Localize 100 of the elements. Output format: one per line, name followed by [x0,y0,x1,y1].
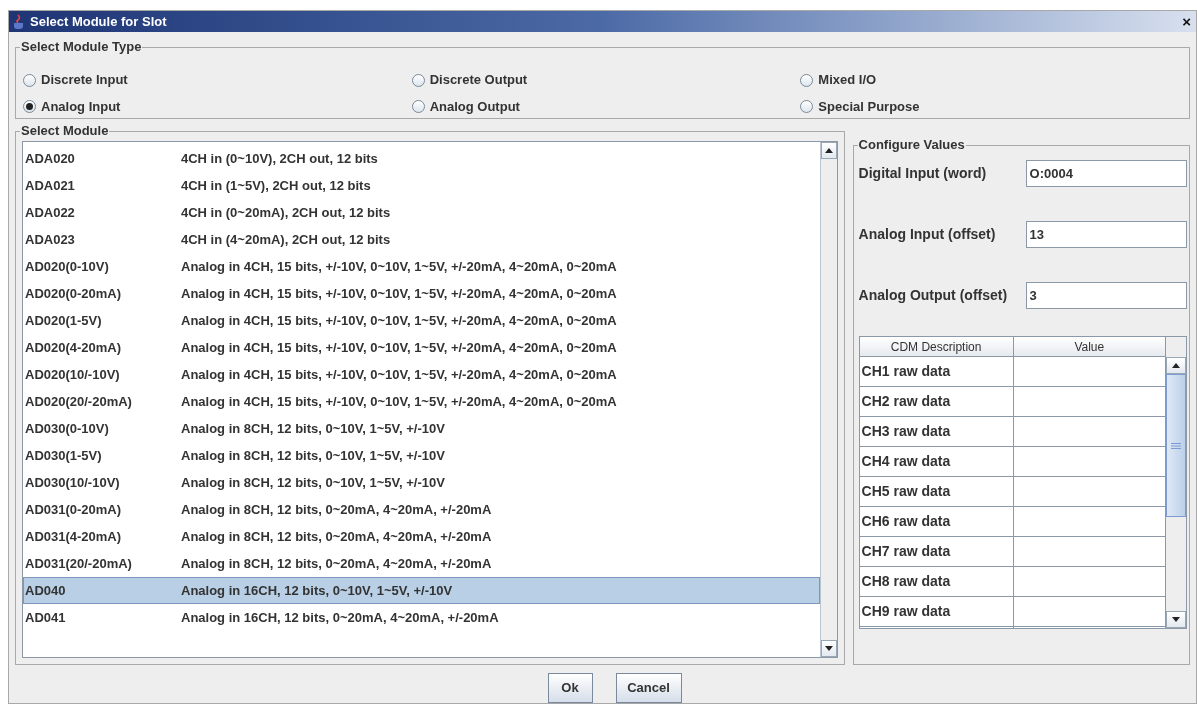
dialog-button[interactable]: Ok [547,673,593,703]
radio-button[interactable] [800,73,814,87]
close-button[interactable]: × [1182,14,1193,29]
module-description: Analog in 8CH, 12 bits, 0~20mA, 4~20mA, +/-20mA [181,554,492,573]
table-cell: CH3 raw data [859,417,1014,446]
scroll-up-button[interactable] [820,142,837,159]
list-row[interactable]: AD020(20/-20mA) Analog in 4CH, 15 bits, +/-10V, 0~10V, 1~5V, +/-20mA, 4~20mA, 0~20mA [23,388,820,415]
radio-label: Mixed I/O [818,71,877,90]
field-label: Digital Input (word) [858,164,988,183]
up-arrow-icon [1172,363,1180,368]
list-row[interactable]: ADA023 4CH in (4~20mA), 2CH out, 12 bits [23,226,820,253]
radio-button[interactable] [23,73,36,87]
column-header[interactable]: Value [1013,337,1166,356]
radio-label: Special Purpose [818,97,920,116]
module-name: ADA022 [24,203,76,222]
module-description: 4CH in (0~20mA), 2CH out, 12 bits [181,203,391,222]
module-description: Analog in 16CH, 12 bits, 0~10V, 1~5V, +/-10V [181,581,453,600]
list-row[interactable]: AD030(1-5V) Analog in 8CH, 12 bits, 0~10V, 1~5V, +/-10V [23,442,820,469]
module-description: Analog in 8CH, 12 bits, 0~10V, 1~5V, +/-10V [181,446,445,465]
module-description: Analog in 16CH, 12 bits, 0~20mA, 4~20mA, +/-20mA [181,608,499,627]
list-row[interactable]: ADA021 4CH in (1~5V), 2CH out, 12 bits [23,172,820,199]
dialog-button[interactable]: Cancel [615,673,682,703]
module-name: AD030(0-10V) [24,419,110,438]
module-name: AD031(4-20mA) [24,527,123,546]
table-cell: CH9 raw data [859,597,1014,626]
module-name: AD020(20/-20mA) [24,392,133,411]
module-description: 4CH in (0~10V), 2CH out, 12 bits [181,149,378,168]
down-arrow-icon [824,646,833,651]
input-field[interactable]: O:0004 [1025,160,1187,187]
radio-button[interactable] [23,100,36,113]
field-label: Analog Output (offset) [858,286,1009,305]
module-name: ADA023 [24,230,76,249]
radio-label: Analog Output [429,97,520,116]
group-title: Configure Values [857,137,966,153]
table-cell: CH1 raw data [859,357,1014,386]
field-label: Analog Input (offset) [858,225,997,244]
module-description: Analog in 4CH, 15 bits, +/-10V, 0~10V, 1~5V, +/-20mA, 4~20mA, 0~20mA [181,338,617,357]
list-row[interactable]: AD041 Analog in 16CH, 12 bits, 0~20mA, 4~20mA, +/-20mA [23,604,820,631]
grip-icon [1171,442,1181,449]
list-row[interactable]: AD040 Analog in 16CH, 12 bits, 0~10V, 1~5V, +/-10V [23,577,820,604]
list-row[interactable]: AD020(10/-10V) Analog in 4CH, 15 bits, +/-10V, 0~10V, 1~5V, +/-20mA, 4~20mA, 0~20mA [23,361,820,388]
table-cell: CH5 raw data [859,477,1014,506]
module-description: 4CH in (4~20mA), 2CH out, 12 bits [181,230,391,249]
up-arrow-icon [824,148,833,153]
table-cell: CH8 raw data [859,567,1014,596]
radio-button[interactable] [411,73,425,87]
list-row[interactable]: ADA020 4CH in (0~10V), 2CH out, 12 bits [23,145,820,172]
scroll-down-button[interactable] [820,640,837,657]
module-description: Analog in 8CH, 12 bits, 0~10V, 1~5V, +/-10V [181,419,445,438]
module-name: AD020(4-20mA) [24,338,123,357]
module-name: AD031(20/-20mA) [24,554,133,573]
list-row[interactable]: AD020(0-20mA) Analog in 4CH, 15 bits, +/-10V, 0~10V, 1~5V, +/-20mA, 4~20mA, 0~20mA [23,280,820,307]
table-cell: CH2 raw data [859,387,1014,416]
module-name: AD030(10/-10V) [24,473,121,492]
list-row[interactable]: AD020(1-5V) Analog in 4CH, 15 bits, +/-10V, 0~10V, 1~5V, +/-20mA, 4~20mA, 0~20mA [23,307,820,334]
radio-label: Discrete Output [429,71,528,90]
module-name: ADA020 [24,149,76,168]
scrollbar[interactable] [819,142,837,657]
module-name: AD040 [24,581,67,600]
module-name: AD020(0-10V) [24,257,110,276]
table-cell: CH6 raw data [859,507,1014,536]
module-name: AD020(1-5V) [24,311,103,330]
input-field[interactable]: 3 [1025,282,1187,309]
list-row[interactable]: AD031(0-20mA) Analog in 8CH, 12 bits, 0~20mA, 4~20mA, +/-20mA [23,496,820,523]
module-name: AD041 [24,608,67,627]
module-description: Analog in 8CH, 12 bits, 0~20mA, 4~20mA, +/-20mA [181,527,492,546]
input-field[interactable]: 13 [1025,221,1187,248]
module-description: Analog in 8CH, 12 bits, 0~10V, 1~5V, +/-10V [181,473,445,492]
module-name: ADA021 [24,176,76,195]
window-title: Select Module for Slot [30,12,167,31]
radio-label: Discrete Input [41,71,128,90]
column-header[interactable]: CDM Description [859,337,1014,356]
module-name: AD020(10/-10V) [24,365,121,384]
radio-button[interactable] [800,100,814,113]
list-row[interactable]: AD031(20/-20mA) Analog in 8CH, 12 bits, 0~20mA, 4~20mA, +/-20mA [23,550,820,577]
scroll-down-button[interactable] [1166,611,1186,628]
list-row[interactable]: AD030(10/-10V) Analog in 8CH, 12 bits, 0~10V, 1~5V, +/-10V [23,469,820,496]
list-row[interactable]: AD020(4-20mA) Analog in 4CH, 15 bits, +/-10V, 0~10V, 1~5V, +/-20mA, 4~20mA, 0~20mA [23,334,820,361]
group-title: Select Module Type [20,39,143,55]
module-description: 4CH in (1~5V), 2CH out, 12 bits [181,176,371,195]
module-description: Analog in 4CH, 15 bits, +/-10V, 0~10V, 1~5V, +/-20mA, 4~20mA, 0~20mA [181,392,617,411]
module-description: Analog in 4CH, 15 bits, +/-10V, 0~10V, 1~5V, +/-20mA, 4~20mA, 0~20mA [181,311,617,330]
table-cell: CH7 raw data [859,537,1014,566]
list-row[interactable]: AD020(0-10V) Analog in 4CH, 15 bits, +/-10V, 0~10V, 1~5V, +/-20mA, 4~20mA, 0~20mA [23,253,820,280]
cup-icon [12,13,26,30]
list-row[interactable]: AD031(4-20mA) Analog in 8CH, 12 bits, 0~20mA, 4~20mA, +/-20mA [23,523,820,550]
module-name: AD020(0-20mA) [24,284,123,303]
down-arrow-icon [1172,617,1180,622]
module-description: Analog in 4CH, 15 bits, +/-10V, 0~10V, 1~5V, +/-20mA, 4~20mA, 0~20mA [181,365,617,384]
radio-label: Analog Input [41,97,121,116]
radio-button[interactable] [411,100,425,113]
module-name: AD031(0-20mA) [24,500,123,519]
list-row[interactable]: ADA022 4CH in (0~20mA), 2CH out, 12 bits [23,199,820,226]
scroll-thumb[interactable] [1166,374,1186,517]
list-row[interactable]: AD030(0-10V) Analog in 8CH, 12 bits, 0~10V, 1~5V, +/-10V [23,415,820,442]
module-description: Analog in 8CH, 12 bits, 0~20mA, 4~20mA, +/-20mA [181,500,492,519]
scroll-up-button[interactable] [1166,357,1186,374]
module-name: AD030(1-5V) [24,446,103,465]
table-cell: CH4 raw data [859,447,1014,476]
module-description: Analog in 4CH, 15 bits, +/-10V, 0~10V, 1~5V, +/-20mA, 4~20mA, 0~20mA [181,284,617,303]
